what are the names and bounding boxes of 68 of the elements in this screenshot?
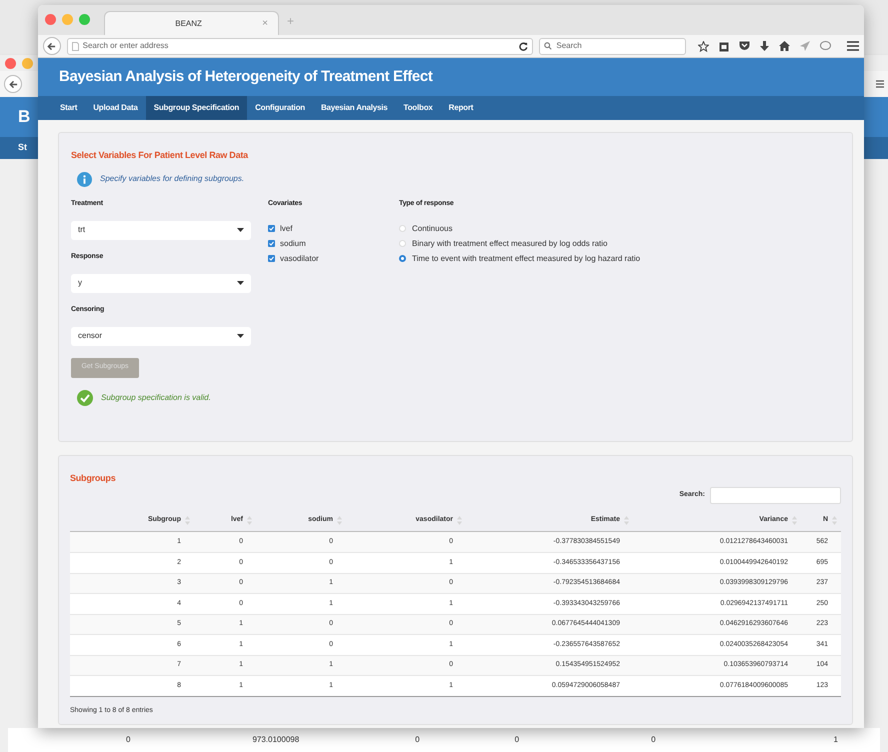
nav-tab[interactable]: Toolbox [396, 96, 441, 120]
caret-icon [237, 334, 244, 338]
caret-icon [237, 281, 244, 285]
table-cell: 0 [126, 734, 130, 746]
nav-tab[interactable]: Subgroup Specification [146, 96, 248, 120]
download-icon[interactable] [760, 40, 769, 52]
pocket-icon[interactable] [739, 41, 750, 51]
back-button[interactable] [43, 37, 61, 55]
sort-icon [247, 516, 252, 524]
back-button[interactable] [4, 75, 22, 93]
star-icon[interactable] [698, 40, 709, 52]
radio-label: Time to event with treatment effect measured by log hazard ratio [412, 252, 640, 264]
checkbox[interactable] [268, 255, 275, 262]
select-field[interactable]: trt [71, 220, 251, 240]
table-cell: 973.0100098 [252, 734, 300, 746]
info-icon [77, 172, 92, 186]
nav-tab[interactable]: Bayesian Analysis [312, 96, 396, 120]
app-title: Bayesian Analysis of Heterogeneity of Treatment Effect [59, 66, 432, 87]
sort-icon [185, 516, 190, 524]
reload-icon[interactable] [519, 42, 528, 50]
check-circle-icon [77, 390, 93, 406]
clipboard-icon[interactable] [719, 40, 729, 52]
checkbox[interactable] [268, 225, 275, 232]
panel-heading: Subgroups [70, 472, 116, 485]
radio-button[interactable] [399, 255, 406, 262]
table-cell: 0 [651, 734, 656, 746]
search-field[interactable]: Search [539, 38, 686, 54]
info-text: Specify variables for defining subgroups. [100, 173, 244, 185]
nav-tab[interactable]: Upload Data [85, 96, 146, 120]
sort-icon [624, 516, 629, 524]
checkbox[interactable] [268, 240, 275, 247]
select-field[interactable]: censor [71, 326, 251, 346]
checkbox-label: sodium [280, 238, 306, 250]
status-message: Subgroup specification is valid. [101, 392, 211, 404]
radio-label: Binary with treatment effect measured by log odds ratio [412, 238, 608, 250]
sort-icon [832, 516, 837, 524]
nav-tab[interactable]: Start [52, 96, 86, 120]
close-window-icon[interactable] [5, 58, 16, 68]
tab-title: BEANZ [174, 18, 203, 30]
nav-tab[interactable]: Configuration [247, 96, 313, 120]
nav-tab[interactable]: Report [440, 96, 482, 120]
app-title: B [18, 106, 30, 128]
search-icon [544, 42, 552, 50]
browser-tab[interactable]: BEANZ × [104, 11, 279, 35]
send-icon[interactable] [800, 41, 810, 51]
page-icon [72, 42, 79, 50]
table-cell: 0 [415, 734, 420, 746]
back-arrow-icon [47, 42, 56, 50]
radio-label: Continuous [412, 222, 452, 234]
checkbox-label: vasodilator [280, 252, 319, 264]
close-window-icon[interactable] [45, 14, 56, 24]
panel-heading: Select Variables For Patient Level Raw Data [71, 149, 250, 162]
sort-icon [457, 516, 462, 524]
sort-icon [792, 516, 797, 524]
select-field[interactable]: y [71, 274, 251, 292]
table-cell: 0 [514, 734, 520, 746]
chat-icon[interactable] [820, 41, 831, 51]
menu-icon[interactable] [876, 80, 884, 88]
caret-icon [237, 228, 244, 232]
menu-icon[interactable] [847, 41, 859, 51]
home-icon[interactable] [779, 41, 790, 51]
nav-tab[interactable]: St [18, 141, 27, 155]
sort-icon [337, 516, 342, 524]
table-cell: 1 [834, 734, 838, 746]
checkbox-label: lvef [280, 222, 292, 234]
table-search-field[interactable] [710, 486, 841, 504]
back-arrow-icon [8, 80, 18, 88]
address-field[interactable]: Search or enter address [66, 38, 534, 54]
